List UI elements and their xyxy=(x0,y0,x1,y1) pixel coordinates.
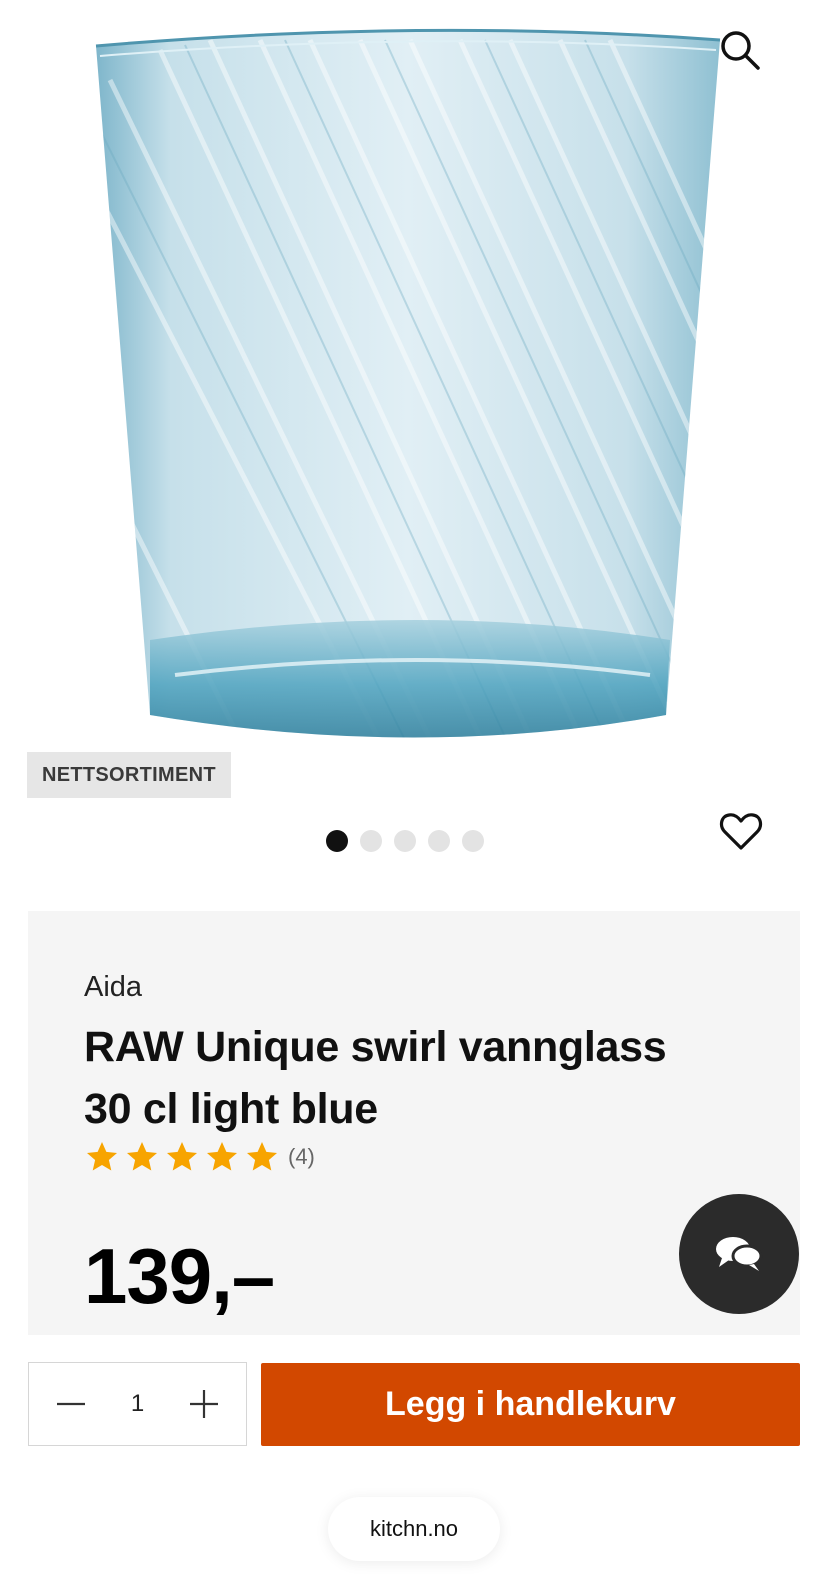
chat-button[interactable] xyxy=(679,1194,799,1314)
star-icon xyxy=(247,1142,277,1171)
heart-icon xyxy=(719,813,763,850)
quantity-value[interactable]: 1 xyxy=(131,1390,144,1418)
increase-quantity-button[interactable] xyxy=(184,1384,224,1424)
product-image-area[interactable]: NETTSORTIMENT xyxy=(0,0,828,800)
decrease-quantity-button[interactable] xyxy=(51,1384,91,1424)
product-price: 139,– xyxy=(84,1232,275,1320)
carousel-dot[interactable] xyxy=(360,830,382,852)
image-carousel-dots xyxy=(326,830,484,852)
review-count: (4) xyxy=(288,1144,315,1169)
add-to-cart-button[interactable]: Legg i handlekurv xyxy=(261,1363,800,1446)
chat-icon xyxy=(716,1237,763,1271)
plus-icon xyxy=(189,1390,218,1418)
carousel-dot[interactable] xyxy=(326,830,348,852)
quantity-stepper: 1 xyxy=(28,1362,247,1446)
online-only-badge: NETTSORTIMENT xyxy=(27,752,231,798)
browser-domain-pill[interactable]: kitchn.no xyxy=(328,1497,500,1561)
brand-name[interactable]: Aida xyxy=(84,971,142,1004)
product-rating[interactable]: (4) xyxy=(84,1139,315,1175)
carousel-dot[interactable] xyxy=(394,830,416,852)
rating-stars xyxy=(84,1139,280,1175)
search-button[interactable] xyxy=(716,26,764,74)
minus-icon xyxy=(57,1402,85,1406)
product-image xyxy=(95,28,721,738)
favorite-button[interactable] xyxy=(718,808,764,854)
star-icon xyxy=(127,1142,157,1171)
star-icon xyxy=(87,1142,117,1171)
star-icon xyxy=(207,1142,237,1171)
carousel-dot[interactable] xyxy=(428,830,450,852)
search-icon xyxy=(721,31,760,70)
star-icon xyxy=(167,1142,197,1171)
product-title: RAW Unique swirl vannglass 30 cl light b… xyxy=(84,1023,667,1133)
carousel-dot[interactable] xyxy=(462,830,484,852)
